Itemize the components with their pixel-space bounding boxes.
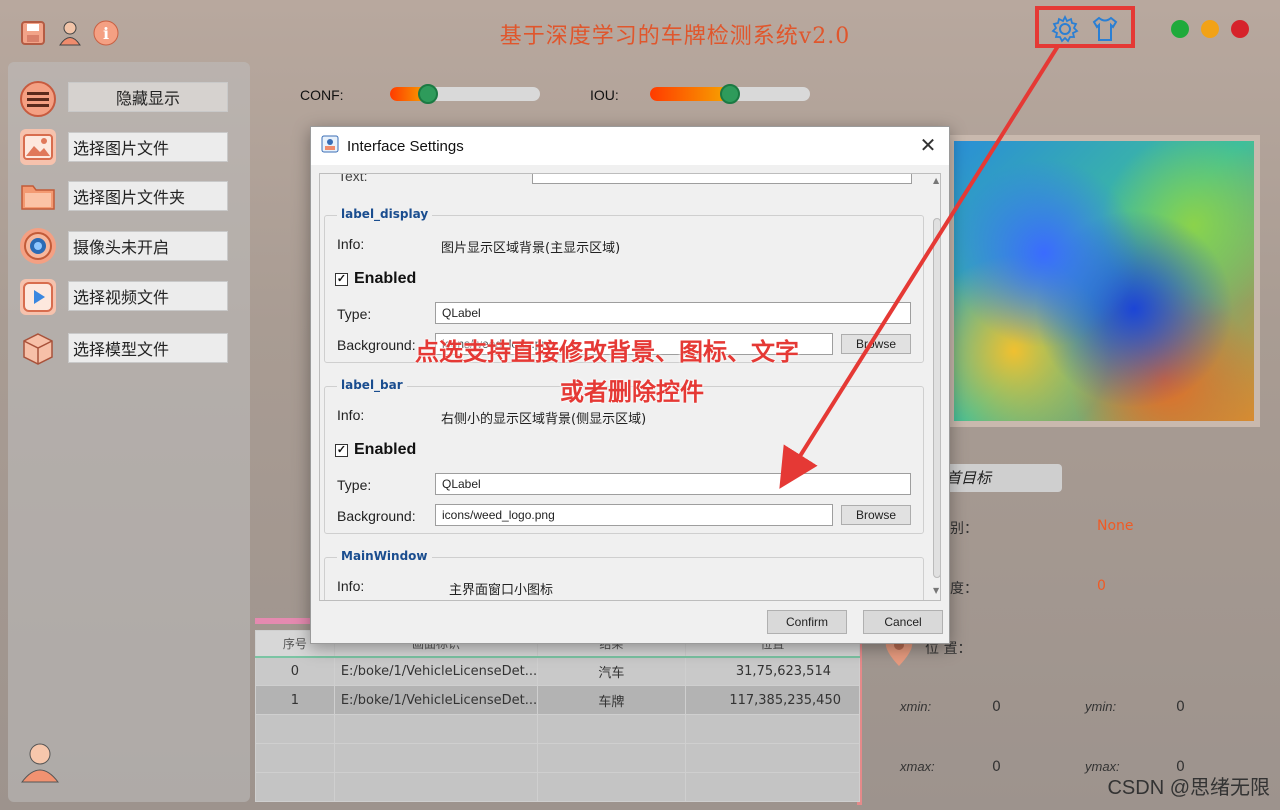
annotation-line-2: 或者删除控件 [560,378,704,406]
annotation-line-1: 点选支持直接修改背景、图标、文字 [415,338,799,366]
watermark: CSDN @思绪无限 [1107,777,1270,799]
